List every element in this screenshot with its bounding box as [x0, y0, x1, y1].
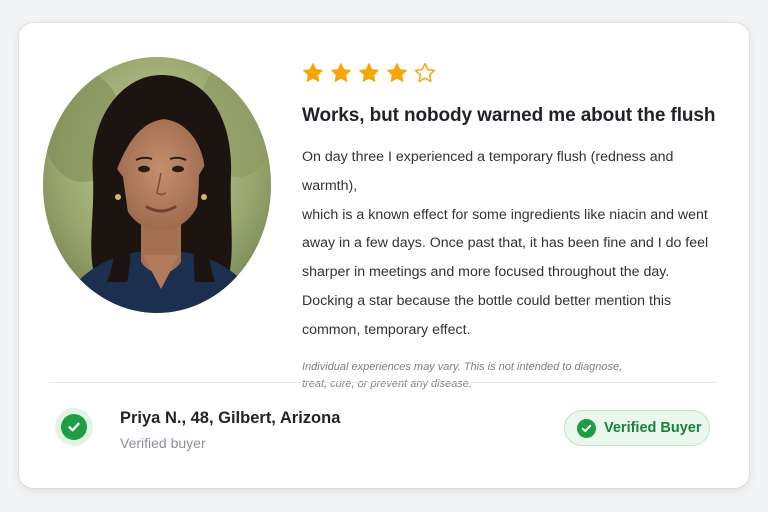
review-card: Works, but nobody warned me about the fl…: [19, 23, 749, 488]
star-empty-icon: [414, 62, 436, 83]
verified-buyer-label: Verified Buyer: [604, 420, 702, 436]
divider: [50, 382, 717, 383]
verified-buyer-badge[interactable]: Verified Buyer: [564, 410, 710, 446]
star-filled-icon: [303, 63, 323, 82]
checkmark-icon: [68, 422, 80, 432]
review-content: Works, but nobody warned me about the fl…: [302, 61, 732, 393]
disclaimer-text: Individual experiences may vary. This is…: [302, 359, 662, 393]
star-rating: [302, 61, 732, 85]
portrait-image: [43, 57, 271, 313]
review-body-line: away in a few days. Once past that, it h…: [302, 235, 709, 252]
author-name: Priya N., 48, Gilbert, Arizona: [120, 409, 341, 427]
review-title: Works, but nobody warned me about the fl…: [302, 105, 716, 126]
review-body-line: Docking a star because the bottle could …: [302, 292, 672, 309]
review-body-line: common, temporary effect.: [302, 321, 471, 338]
author-role: Verified buyer: [120, 435, 206, 451]
disclaimer-line: Individual experiences may vary. This is…: [302, 360, 623, 373]
reviewer-photo: [43, 57, 271, 313]
checkmark-icon: [581, 424, 592, 432]
review-body-line: sharper in meetings and more focused thr…: [302, 264, 670, 281]
star-filled-icon: [331, 63, 351, 82]
star-filled-icon: [359, 63, 379, 82]
check-circle-inner: [61, 414, 87, 440]
review-body: On day three I experienced a temporary f…: [302, 143, 732, 345]
review-body-line: On day three I experienced a temporary f…: [302, 149, 674, 194]
review-body-line: which is a known effect for some ingredi…: [302, 206, 708, 223]
check-circle-icon: [577, 418, 596, 438]
author-info: Priya N., 48, Gilbert, Arizona Verified …: [120, 409, 340, 451]
star-filled-icon: [387, 63, 407, 82]
check-circle-icon: [55, 408, 93, 446]
disclaimer-line: treat, cure, or prevent any disease.: [302, 377, 472, 390]
